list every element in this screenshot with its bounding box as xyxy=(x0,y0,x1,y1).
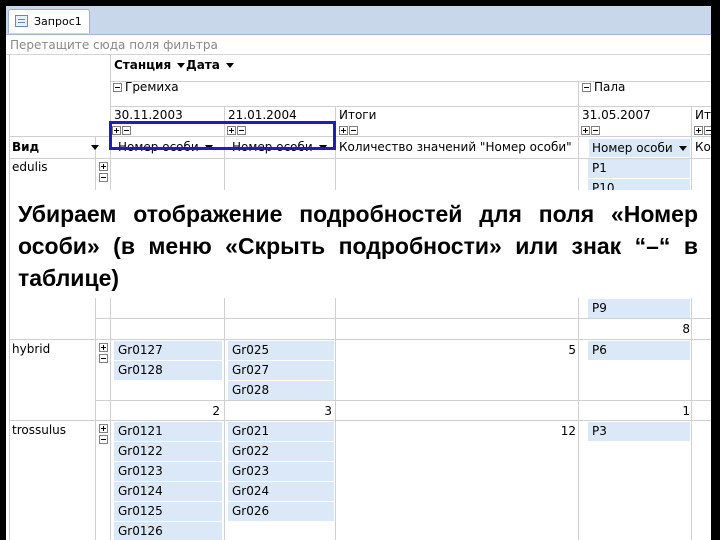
data-header-specimen[interactable]: Номер особи xyxy=(589,139,690,157)
collapse-icon[interactable] xyxy=(591,126,600,135)
highlight-frame xyxy=(109,121,336,150)
data-header-count: Количество значений "Номер особи" xyxy=(339,140,572,154)
collapse-icon[interactable] xyxy=(113,83,122,92)
query-icon xyxy=(15,15,28,27)
grid-line xyxy=(691,106,692,540)
column-field-label: Дата xyxy=(186,58,220,72)
callout-text: Убираем отображение подробностей для пол… xyxy=(18,201,698,291)
grid-line xyxy=(578,81,579,540)
grid-line xyxy=(9,339,711,340)
station-header: Пала xyxy=(594,80,626,94)
column-field-label: Станция xyxy=(114,58,172,72)
total-cell: 2 xyxy=(212,404,220,418)
grid-line xyxy=(95,400,711,401)
list-item: P1 xyxy=(588,159,690,178)
grid-line xyxy=(335,106,336,540)
list-item: Gr0125 xyxy=(114,502,222,521)
row-label-species: hybrid xyxy=(12,342,51,356)
list-item: Gr022 xyxy=(228,442,334,461)
row-field-species[interactable]: Вид xyxy=(12,138,100,156)
data-header-count: Ко xyxy=(695,140,711,154)
list-item: Gr0123 xyxy=(114,462,222,481)
grid-line xyxy=(9,55,10,540)
grid-line xyxy=(95,318,711,319)
grid-line xyxy=(9,420,711,421)
collapse-icon[interactable] xyxy=(349,126,358,135)
date-header: 31.05.2007 xyxy=(582,108,651,122)
list-item: P3 xyxy=(588,422,690,441)
dropdown-arrow-icon[interactable] xyxy=(225,63,234,68)
column-field-date[interactable]: Дата xyxy=(186,56,234,74)
list-item: Gr023 xyxy=(228,462,334,481)
row-label-species: edulis xyxy=(12,160,48,174)
filter-drop-zone[interactable]: Перетащите сюда поля фильтра xyxy=(6,35,711,55)
column-field-station[interactable]: Станция xyxy=(114,56,186,74)
count-cell: 12 xyxy=(560,424,576,438)
list-item: Gr0127 xyxy=(114,341,222,360)
expand-icon[interactable] xyxy=(581,126,590,135)
collapse-icon[interactable] xyxy=(99,435,108,444)
expand-icon[interactable] xyxy=(99,343,108,352)
total-cell: 1 xyxy=(682,404,690,418)
tab-label: Запрос1 xyxy=(34,15,82,28)
list-item: Gr0124 xyxy=(114,482,222,501)
station-header: Гремиха xyxy=(125,80,179,94)
expand-icon[interactable] xyxy=(339,126,348,135)
collapse-icon[interactable] xyxy=(99,173,108,182)
list-item: P6 xyxy=(588,341,690,360)
list-item: P9 xyxy=(588,299,690,318)
row-field-label: Вид xyxy=(12,140,40,154)
dropdown-arrow-icon[interactable] xyxy=(177,63,186,68)
list-item: Gr026 xyxy=(228,502,334,521)
total-cell: 3 xyxy=(324,404,332,418)
dropdown-arrow-icon[interactable] xyxy=(678,146,687,151)
list-item: Gr0126 xyxy=(114,522,222,540)
list-item: Gr028 xyxy=(228,381,334,400)
expand-icon[interactable] xyxy=(694,126,703,135)
list-item: Gr025 xyxy=(228,341,334,360)
tab-bar: Запрос1 xyxy=(6,6,711,35)
total-cell: 8 xyxy=(682,322,690,336)
list-item: Gr0121 xyxy=(114,422,222,441)
data-header-label: Номер особи xyxy=(592,141,673,155)
totals-header: Итоги xyxy=(339,108,377,122)
row-label-species: trossulus xyxy=(12,423,67,437)
dropdown-arrow-icon[interactable] xyxy=(91,145,100,150)
collapse-icon[interactable] xyxy=(704,126,711,135)
tab-query1[interactable]: Запрос1 xyxy=(8,9,90,33)
collapse-icon[interactable] xyxy=(582,83,591,92)
list-item: Gr024 xyxy=(228,482,334,501)
count-cell: 5 xyxy=(568,343,576,357)
grid-line xyxy=(224,106,225,540)
expand-icon[interactable] xyxy=(99,162,108,171)
list-item: Gr021 xyxy=(228,422,334,441)
totals-header: Ито xyxy=(695,108,711,122)
access-window: Запрос1 Перетащите сюда поля фильтра Ста… xyxy=(6,6,711,540)
list-item: Gr027 xyxy=(228,361,334,380)
list-item: Gr0122 xyxy=(114,442,222,461)
list-item: Gr0128 xyxy=(114,361,222,380)
expand-icon[interactable] xyxy=(99,424,108,433)
collapse-icon[interactable] xyxy=(99,354,108,363)
